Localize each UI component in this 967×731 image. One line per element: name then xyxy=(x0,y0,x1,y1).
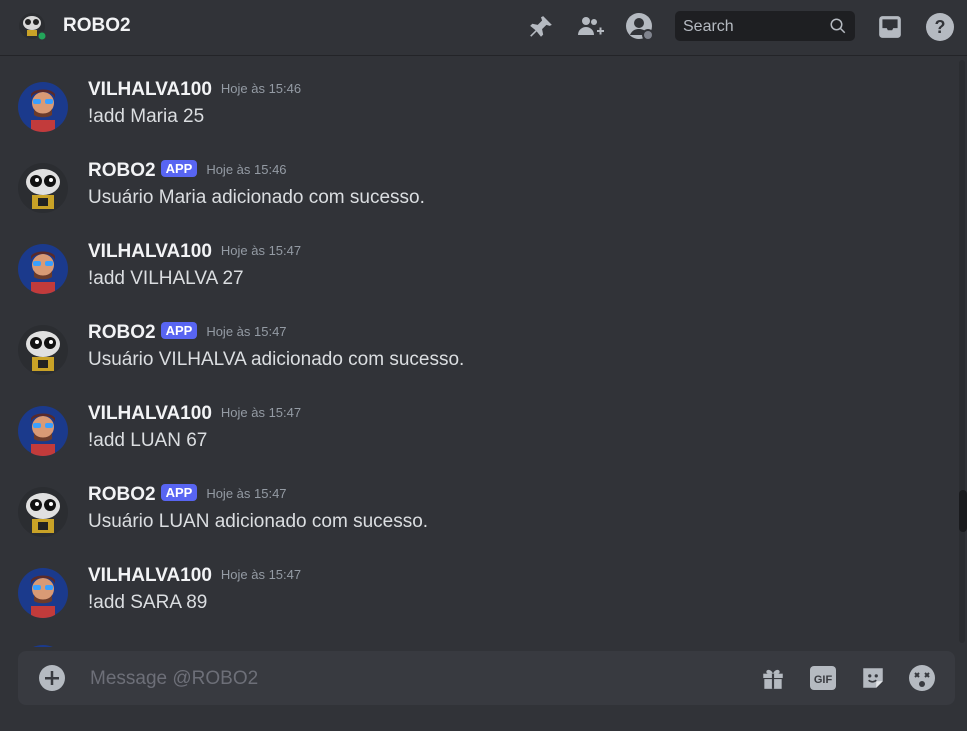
online-status-dot xyxy=(38,32,46,40)
user-avatar[interactable] xyxy=(18,244,68,294)
author-name[interactable]: ROBO2 xyxy=(88,322,156,343)
gift-icon[interactable] xyxy=(759,664,787,692)
message-timestamp: Hoje às 15:47 xyxy=(206,486,287,501)
message: VILHALVA100 Hoje às 15:47 !add SARA 89 xyxy=(0,565,955,635)
message-content: Usuário LUAN adicionado com sucesso. xyxy=(88,511,429,532)
author-name[interactable]: VILHALVA100 xyxy=(88,403,212,424)
message-input[interactable] xyxy=(88,663,732,695)
search-box[interactable] xyxy=(675,11,855,43)
author-name[interactable]: VILHALVA100 xyxy=(88,565,212,586)
message-timestamp: Hoje às 15:47 xyxy=(220,405,302,420)
channel-title: ROBO2 xyxy=(63,15,131,36)
bot-avatar[interactable] xyxy=(18,163,68,213)
message-timestamp: Hoje às 15:46 xyxy=(206,162,287,177)
scrollbar-thumb[interactable] xyxy=(959,490,967,532)
message-author[interactable]: ROBO2 APP Hoje às 15:46 xyxy=(88,160,287,182)
user-avatar-partial[interactable] xyxy=(18,645,68,647)
inbox-icon[interactable] xyxy=(875,12,905,42)
user-avatar[interactable] xyxy=(18,406,68,456)
emoji-icon[interactable] xyxy=(908,664,936,692)
message-author[interactable]: VILHALVA100 Hoje às 15:47 xyxy=(88,241,301,263)
help-icon[interactable]: ? xyxy=(925,12,955,42)
bot-avatar[interactable] xyxy=(18,325,68,375)
message-content: !add SARA 89 xyxy=(88,592,208,613)
add-friend-icon[interactable] xyxy=(576,12,606,42)
add-attachment-icon[interactable] xyxy=(38,664,66,692)
message-content: Usuário VILHALVA adicionado com sucesso. xyxy=(88,349,465,370)
message: ROBO2 APP Hoje às 15:47 Usuário VILHALVA a… xyxy=(0,322,955,392)
message-timestamp: Hoje às 15:47 xyxy=(220,567,302,582)
channel-header: ROBO2 ? xyxy=(0,0,967,56)
dm-avatar[interactable] xyxy=(18,12,48,42)
message-author[interactable]: ROBO2 APP Hoje às 15:47 xyxy=(88,322,287,344)
user-avatar[interactable] xyxy=(18,82,68,132)
message-timestamp: Hoje às 15:47 xyxy=(220,243,302,258)
user-avatar[interactable] xyxy=(18,568,68,618)
message: VILHALVA100 Hoje às 15:47 !add VILHALVA 2… xyxy=(0,241,955,311)
message-timestamp: Hoje às 15:47 xyxy=(206,324,287,339)
app-badge: APP xyxy=(160,160,198,177)
sticker-icon[interactable] xyxy=(859,664,887,692)
author-name[interactable]: VILHALVA100 xyxy=(88,241,212,262)
message-list: VILHALVA100 Hoje às 15:46 !add Maria 25 R… xyxy=(0,57,955,647)
svg-text:?: ? xyxy=(935,17,946,37)
message-author[interactable]: VILHALVA100 Hoje às 15:47 xyxy=(88,403,301,425)
search-icon[interactable] xyxy=(829,17,847,35)
message-author[interactable]: ROBO2 APP Hoje às 15:47 xyxy=(88,484,287,506)
message-content: Usuário Maria adicionado com sucesso. xyxy=(88,187,425,208)
message-composer: GIF xyxy=(18,651,955,705)
message: VILHALVA100 Hoje às 15:47 !add LUAN 67 xyxy=(0,403,955,473)
svg-text:GIF: GIF xyxy=(814,674,833,686)
search-input[interactable] xyxy=(675,11,825,43)
bot-avatar[interactable] xyxy=(18,487,68,537)
user-profile-icon[interactable] xyxy=(625,12,655,42)
pin-icon[interactable] xyxy=(526,12,556,42)
message-author[interactable]: VILHALVA100 Hoje às 15:46 xyxy=(88,79,301,101)
message: ROBO2 APP Hoje às 15:46 Usuário Maria adic… xyxy=(0,160,955,230)
message-timestamp: Hoje às 15:46 xyxy=(220,81,302,96)
author-name[interactable]: VILHALVA100 xyxy=(88,79,212,100)
app-badge: APP xyxy=(160,484,198,501)
app-badge: APP xyxy=(160,322,198,339)
message: ROBO2 APP Hoje às 15:47 Usuário LUAN adici… xyxy=(0,484,955,554)
message-content: !add VILHALVA 27 xyxy=(88,268,244,289)
author-name[interactable]: ROBO2 xyxy=(88,160,156,181)
gif-icon[interactable]: GIF xyxy=(809,664,837,692)
scrollbar-track[interactable] xyxy=(959,60,965,643)
message-author[interactable]: VILHALVA100 Hoje às 15:47 xyxy=(88,565,301,587)
message: VILHALVA100 Hoje às 15:46 !add Maria 25 xyxy=(0,79,955,149)
author-name[interactable]: ROBO2 xyxy=(88,484,156,505)
message-content: !add Maria 25 xyxy=(88,106,205,127)
message-content: !add LUAN 67 xyxy=(88,430,208,451)
